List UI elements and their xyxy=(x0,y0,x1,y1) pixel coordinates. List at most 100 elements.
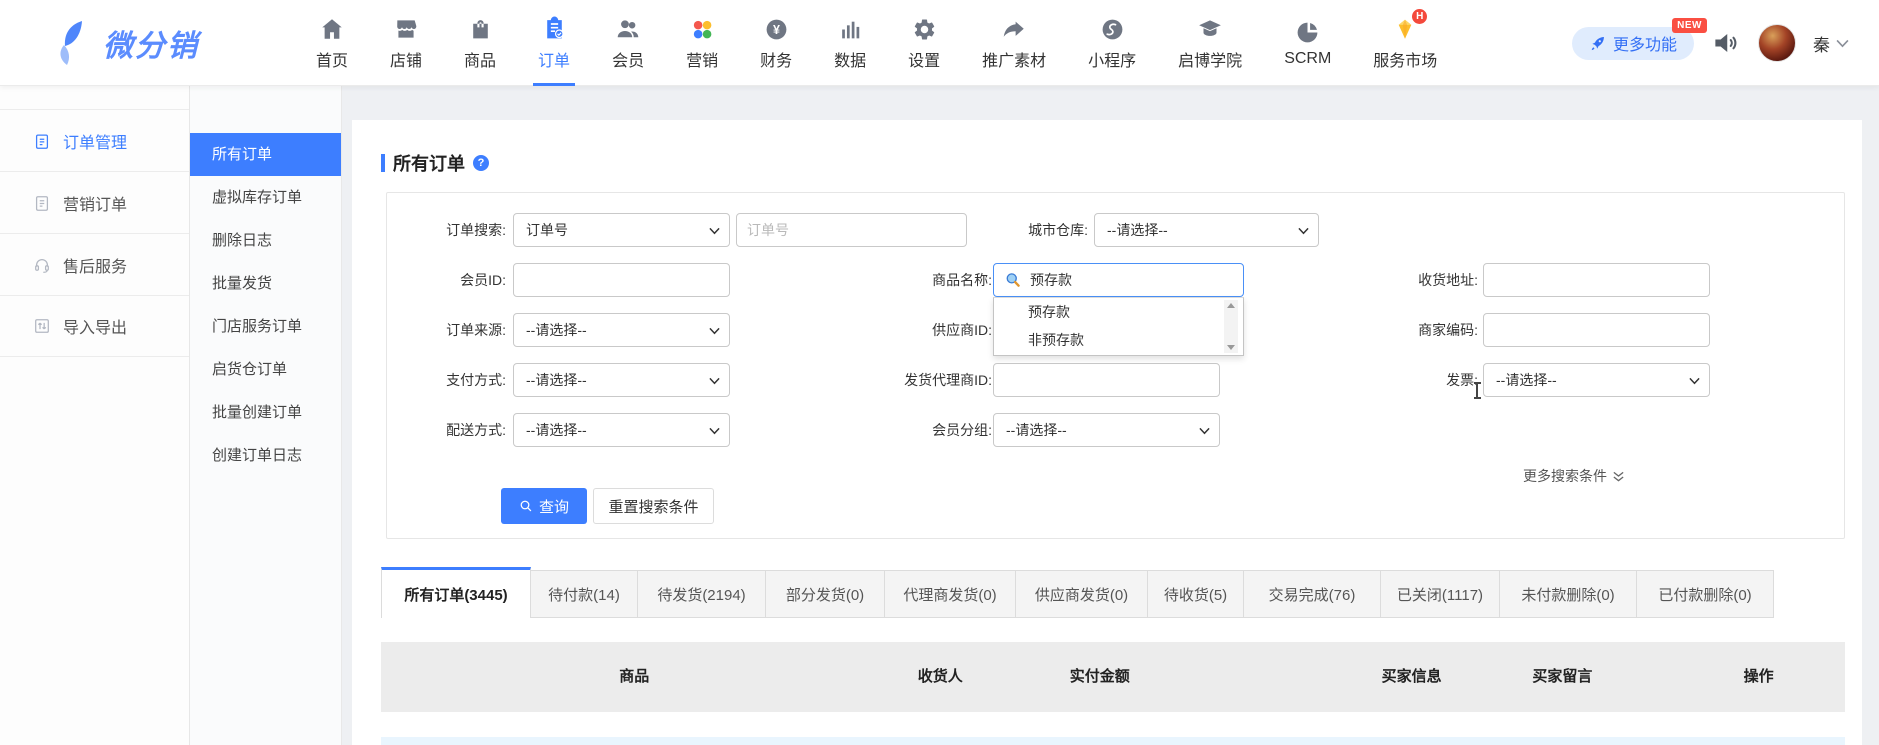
nav-item-finance[interactable]: ¥ 财务 xyxy=(739,0,813,86)
product-name-label: 商品名称: xyxy=(805,263,992,297)
member-id-input[interactable] xyxy=(513,263,730,297)
product-name-combobox[interactable]: 预存款 xyxy=(993,263,1244,297)
dropdown-option-prepaid[interactable]: 预存款 xyxy=(994,298,1243,326)
sidebar-item-after-sales[interactable]: 售后服务 xyxy=(0,233,189,295)
logo-text: 微分销 xyxy=(103,21,199,65)
column-actions: 操作 xyxy=(1744,642,1774,712)
submenu-item-delete-log[interactable]: 删除日志 xyxy=(190,219,341,262)
nav-item-data[interactable]: 数据 xyxy=(813,0,887,86)
rocket-icon xyxy=(1589,35,1606,52)
double-chevron-down-icon xyxy=(1612,470,1625,483)
sidebar: 订单管理 营销订单 售后服务 导入导出 xyxy=(0,86,190,745)
shipping-address-input[interactable] xyxy=(1483,263,1710,297)
nav-item-service-market[interactable]: H 服务市场 xyxy=(1352,0,1458,86)
more-features-button[interactable]: 更多功能 NEW xyxy=(1572,27,1694,60)
pie-chart-icon xyxy=(1295,18,1320,45)
chevron-down-icon xyxy=(1836,39,1849,48)
chevron-down-icon xyxy=(1199,427,1210,435)
search-button[interactable]: 查询 xyxy=(501,488,587,524)
reset-search-button[interactable]: 重置搜索条件 xyxy=(593,488,714,524)
new-badge: NEW xyxy=(1672,18,1707,33)
order-clipboard-icon xyxy=(542,15,567,42)
dropdown-scrollbar[interactable] xyxy=(1224,300,1238,353)
sidebar-item-import-export[interactable]: 导入导出 xyxy=(0,295,189,357)
tab-pending-receipt[interactable]: 待收货(5) xyxy=(1147,570,1244,618)
sidebar-item-order-management[interactable]: 订单管理 xyxy=(0,109,189,171)
help-icon[interactable]: ? xyxy=(473,155,489,171)
header-right-cluster: 更多功能 NEW 秦 xyxy=(1572,0,1849,86)
chevron-down-icon xyxy=(1298,227,1309,235)
column-product: 商品 xyxy=(619,642,649,712)
hot-badge: H xyxy=(1412,9,1427,24)
tab-supplier-shipped[interactable]: 供应商发货(0) xyxy=(1015,570,1148,618)
nav-item-orders[interactable]: 订单 xyxy=(517,0,591,86)
dropdown-option-non-prepaid[interactable]: 非预存款 xyxy=(994,326,1243,354)
order-status-tabs: 所有订单(3445) 待付款(14) 待发货(2194) 部分发货(0) 代理商… xyxy=(381,567,1774,618)
city-warehouse-select[interactable]: --请选择-- xyxy=(1094,213,1319,247)
announcement-speaker-icon[interactable] xyxy=(1711,28,1741,58)
first-order-row-top xyxy=(381,737,1845,745)
submenu-item-batch-shipping[interactable]: 批量发货 xyxy=(190,262,341,305)
nav-item-scrm[interactable]: SCRM xyxy=(1263,0,1352,86)
search-magnifier-icon xyxy=(1004,271,1022,289)
payment-method-select[interactable]: --请选择-- xyxy=(513,363,730,397)
submenu-item-qibo-warehouse-orders[interactable]: 启货仓订单 xyxy=(190,348,341,391)
nav-item-miniprogram[interactable]: 小程序 xyxy=(1067,0,1157,86)
headset-icon xyxy=(33,256,51,274)
submenu-item-virtual-stock-orders[interactable]: 虚拟库存订单 xyxy=(190,176,341,219)
search-icon xyxy=(519,499,533,513)
bar-chart-icon xyxy=(838,15,863,42)
order-search-type-select[interactable]: 订单号 xyxy=(513,213,730,247)
gear-icon xyxy=(912,15,937,42)
nav-item-products[interactable]: 商品 xyxy=(443,0,517,86)
tab-pending-shipment[interactable]: 待发货(2194) xyxy=(637,570,766,618)
app-logo[interactable]: 微分销 xyxy=(55,20,255,66)
nav-item-promo-material[interactable]: 推广素材 xyxy=(961,0,1067,86)
column-consignee: 收货人 xyxy=(918,642,963,712)
member-group-label: 会员分组: xyxy=(805,413,992,447)
tab-closed[interactable]: 已关闭(1117) xyxy=(1380,570,1500,618)
tab-partial-shipment[interactable]: 部分发货(0) xyxy=(765,570,885,618)
tab-all-orders[interactable]: 所有订单(3445) xyxy=(381,567,531,618)
tab-agent-shipped[interactable]: 代理商发货(0) xyxy=(884,570,1016,618)
order-search-label: 订单搜索: xyxy=(387,213,506,247)
supplier-id-label: 供应商ID: xyxy=(805,313,992,347)
submenu-item-create-order-log[interactable]: 创建订单日志 xyxy=(190,434,341,477)
submenu-item-store-service-orders[interactable]: 门店服务订单 xyxy=(190,305,341,348)
nav-item-academy[interactable]: 启博学院 xyxy=(1157,0,1263,86)
scroll-up-arrow-icon[interactable] xyxy=(1227,303,1235,308)
column-paid-amount: 实付金额 xyxy=(1070,642,1130,712)
sidebar-item-marketing-orders[interactable]: 营销订单 xyxy=(0,171,189,233)
submenu-item-batch-create-orders[interactable]: 批量创建订单 xyxy=(190,391,341,434)
tab-paid-deleted[interactable]: 已付款删除(0) xyxy=(1636,570,1774,618)
merchant-code-input[interactable] xyxy=(1483,313,1710,347)
shipping-agent-id-input[interactable] xyxy=(993,363,1220,397)
payment-method-label: 支付方式: xyxy=(387,363,506,397)
user-menu[interactable]: 秦 xyxy=(1813,31,1849,56)
tab-completed[interactable]: 交易完成(76) xyxy=(1243,570,1381,618)
user-avatar[interactable] xyxy=(1758,24,1796,62)
yen-coin-icon: ¥ xyxy=(764,15,789,42)
invoice-select[interactable]: --请选择-- xyxy=(1483,363,1710,397)
nav-item-shop[interactable]: 店铺 xyxy=(369,0,443,86)
share-arrow-icon xyxy=(1001,15,1027,42)
column-buyer-message: 买家留言 xyxy=(1532,642,1592,712)
shipping-agent-id-label: 发货代理商ID: xyxy=(805,363,992,397)
nav-item-home[interactable]: 首页 xyxy=(295,0,369,86)
mini-program-icon xyxy=(1100,15,1125,42)
delivery-method-select[interactable]: --请选择-- xyxy=(513,413,730,447)
order-source-select[interactable]: --请选择-- xyxy=(513,313,730,347)
page-title-row: 所有订单 ? xyxy=(381,150,489,176)
product-suggestion-dropdown: 预存款 非预存款 xyxy=(993,297,1244,356)
member-group-select[interactable]: --请选择-- xyxy=(993,413,1220,447)
more-search-conditions-link[interactable]: 更多搜索条件 xyxy=(1523,466,1653,486)
nav-item-settings[interactable]: 设置 xyxy=(887,0,961,86)
nav-item-marketing[interactable]: 营销 xyxy=(665,0,739,86)
main-panel: 所有订单 ? 订单搜索: 订单号 城市仓库: --请选择-- 会员ID: 商品名… xyxy=(352,120,1862,745)
scroll-down-arrow-icon[interactable] xyxy=(1227,345,1235,350)
tab-unpaid-deleted[interactable]: 未付款删除(0) xyxy=(1499,570,1637,618)
submenu-item-all-orders[interactable]: 所有订单 xyxy=(190,133,341,176)
tab-pending-payment[interactable]: 待付款(14) xyxy=(530,570,638,618)
order-submenu: 所有订单 虚拟库存订单 删除日志 批量发货 门店服务订单 启货仓订单 批量创建订… xyxy=(190,86,342,745)
nav-item-members[interactable]: 会员 xyxy=(591,0,665,86)
